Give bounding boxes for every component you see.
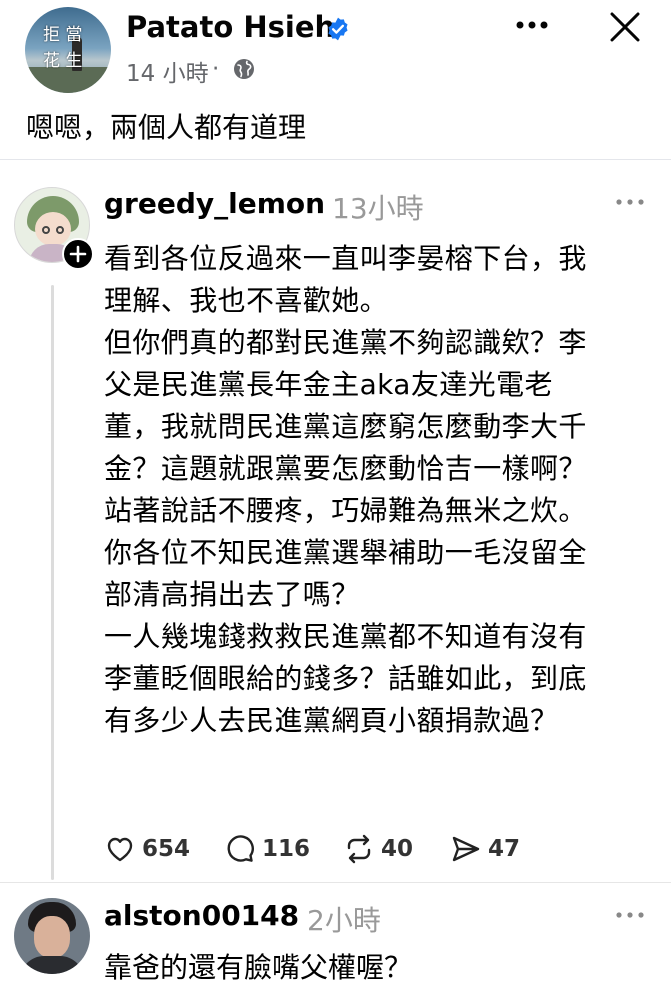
author-avatar[interactable]: 拒 當 花 生	[25, 7, 111, 93]
comment-line: 金？這題就跟黨要怎麼動恰吉一樣啊？	[104, 452, 587, 485]
repost-count: 40	[381, 836, 414, 862]
follow-plus-icon[interactable]	[62, 238, 94, 270]
post-caption: 嗯嗯，兩個人都有道理	[26, 111, 307, 144]
repost-button[interactable]: 40	[343, 830, 413, 868]
comment-body: 看到各位反過來一直叫李晏榕下台，我 理解、我也不喜歡她。 但你們真的都對民進黨不…	[104, 238, 652, 742]
comment-icon	[227, 835, 254, 862]
globe-icon	[234, 59, 254, 79]
author-name[interactable]: Patato Hsieh	[126, 10, 335, 44]
reply-button[interactable]: 116	[224, 830, 310, 868]
more-horizontal-icon[interactable]	[613, 905, 647, 925]
comment-line: 董，我就問民進黨這麼窮怎麼動李大千	[104, 410, 587, 443]
heart-icon	[107, 837, 133, 862]
comment-line: 部清高捐出去了嗎？	[104, 578, 360, 611]
reply-count: 116	[262, 836, 311, 862]
like-button[interactable]: 654	[104, 830, 190, 868]
comment-line: 父是民進黨長年金主aka友達光電老	[104, 368, 553, 401]
comment-username[interactable]: greedy_lemon	[104, 187, 325, 220]
comment-line: 有多少人去民進黨網頁小額捐款過？	[104, 704, 559, 737]
avatar-face	[34, 916, 70, 958]
avatar-shirt	[20, 956, 84, 974]
post-header: 拒 當 花 生 Patato Hsieh 14 小時 · 嗯嗯，兩個人都有道理	[0, 0, 671, 160]
comment-line: 站著說話不腰疼，巧婦難為無米之炊。	[104, 494, 587, 527]
more-horizontal-icon[interactable]	[613, 192, 647, 212]
avatar-text-line-1: 拒 當	[43, 25, 83, 45]
avatar-glasses-right	[56, 226, 64, 234]
comment-timestamp: 2小時	[307, 904, 381, 937]
send-icon	[452, 836, 480, 862]
more-options-icon[interactable]	[512, 10, 552, 40]
comment-line: 一人幾塊錢救救民進黨都不知道有沒有	[104, 620, 587, 653]
comment-line: 但你們真的都對民進黨不夠認識欸？李	[104, 326, 587, 359]
close-icon[interactable]	[608, 10, 642, 44]
comment-line: 理解、我也不喜歡她。	[104, 284, 389, 317]
thread-line	[51, 285, 54, 880]
comment-line: 看到各位反過來一直叫李晏榕下台，我	[104, 242, 587, 275]
commenter-avatar[interactable]	[14, 898, 90, 974]
comment-timestamp: 13小時	[332, 192, 424, 225]
avatar-text-line-2: 花 生	[43, 51, 83, 71]
comment-line: 你各位不知民進黨選舉補助一毛沒留全	[104, 536, 587, 569]
repost-icon	[347, 834, 371, 864]
comment-divider	[0, 882, 671, 883]
verified-badge-icon	[328, 17, 348, 41]
like-count: 654	[142, 836, 191, 862]
timestamp-separator: ·	[212, 56, 220, 82]
share-button[interactable]: 47	[450, 830, 520, 868]
share-count: 47	[488, 836, 521, 862]
comment-username[interactable]: alston00148	[104, 899, 299, 932]
avatar-glasses-left	[42, 226, 50, 234]
comment-body: 靠爸的還有臉嘴父權喔？	[104, 951, 413, 984]
post-timestamp[interactable]: 14 小時	[126, 54, 209, 88]
comment-line: 李董眨個眼給的錢多？話雖如此，到底	[104, 662, 587, 695]
